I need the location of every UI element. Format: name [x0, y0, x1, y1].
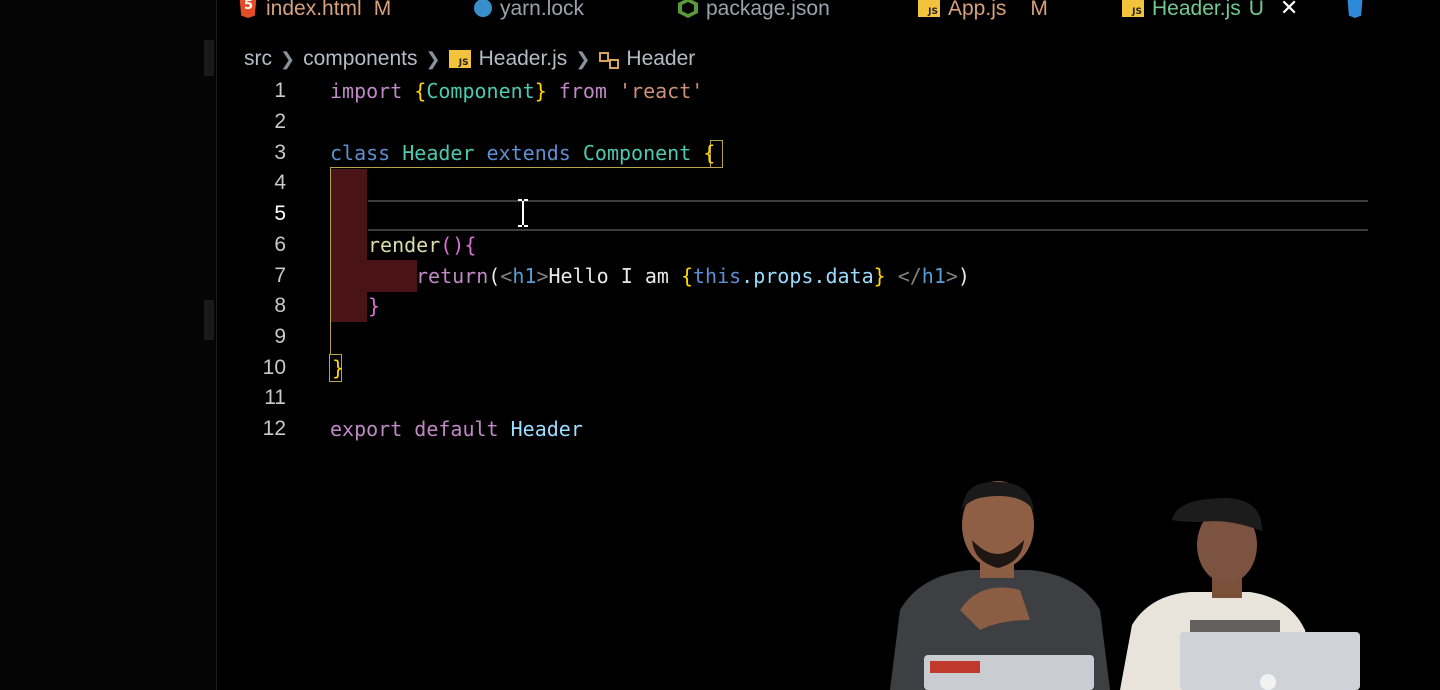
code-text: }: [368, 294, 381, 319]
html5-icon: [239, 0, 257, 18]
js-icon: [918, 0, 940, 17]
js-icon: [448, 50, 471, 68]
line-number: 1: [274, 79, 286, 103]
js-icon: [1122, 0, 1144, 17]
line-number: 7: [274, 263, 286, 287]
code-line-5: 5: [216, 199, 1368, 230]
code-line-9: 9: [216, 322, 1368, 353]
code-text: class Header extends Component {: [330, 140, 716, 165]
code-line-12: 12 export default Header: [216, 414, 1368, 445]
code-line-10: 10 }: [216, 352, 1368, 383]
code-text: }: [332, 355, 345, 380]
tab-label: index.html: [266, 0, 362, 20]
tab-css-file[interactable]: [1346, 0, 1364, 26]
line-number: 11: [264, 386, 286, 410]
editor-tab-bar: index.html M yarn.lock package.json App.…: [216, 0, 1376, 26]
chevron-right-icon: ❯: [425, 48, 441, 69]
line-number: 8: [274, 294, 286, 318]
scrollbar-thumb-top[interactable]: [204, 40, 214, 76]
tab-label: yarn.lock: [500, 0, 585, 20]
code-line-1: 1 import {Component} from 'react': [216, 76, 1368, 107]
css3-icon: [1347, 0, 1363, 18]
code-line-2: 2: [216, 107, 1368, 138]
code-line-7: 7 return(<h1>Hello I am {this.props.data…: [216, 260, 1368, 291]
code-line-4: 4: [216, 168, 1368, 199]
code-text: return(<h1>Hello I am {this.props.data} …: [416, 263, 970, 288]
tab-label: App.js: [948, 0, 1007, 20]
line-number: 3: [274, 140, 286, 164]
chevron-right-icon: ❯: [280, 48, 296, 69]
tab-header-js[interactable]: Header.js U ✕: [1122, 0, 1298, 26]
tab-status-badge: M: [1030, 0, 1048, 20]
line-number: 9: [274, 324, 286, 348]
scrollbar-thumb-bottom[interactable]: [204, 300, 214, 340]
tab-status-badge: M: [373, 0, 392, 20]
breadcrumb-folder-src[interactable]: src: [244, 47, 272, 71]
line-number: 2: [274, 110, 286, 134]
presenters-webcam: [890, 481, 1360, 690]
code-line-3: 3 class Header extends Component {: [216, 137, 1368, 168]
tab-package-json[interactable]: package.json: [678, 0, 830, 26]
text-cursor-icon: [518, 199, 528, 227]
code-line-8: 8 }: [216, 291, 1368, 322]
tab-status-badge: U: [1248, 0, 1264, 20]
code-text: render(){: [368, 232, 477, 257]
line-number: 6: [274, 232, 286, 256]
tab-label: package.json: [706, 0, 830, 20]
code-line-6: 6 render(){: [216, 230, 1368, 261]
tab-app-js[interactable]: App.js M: [918, 0, 1048, 26]
breadcrumb-symbol[interactable]: Header: [626, 47, 695, 71]
tab-yarn-lock[interactable]: yarn.lock: [474, 0, 584, 26]
class-symbol-icon: [598, 50, 620, 69]
line-number: 10: [262, 355, 286, 379]
chevron-right-icon: ❯: [575, 48, 591, 69]
breadcrumb-file[interactable]: Header.js: [479, 47, 568, 71]
line-number: 12: [262, 417, 286, 441]
breadcrumb-folder-components[interactable]: components: [303, 47, 417, 71]
yarn-icon: [474, 0, 492, 17]
tab-index-html[interactable]: index.html M: [238, 0, 391, 26]
close-icon[interactable]: ✕: [1280, 0, 1298, 19]
code-line-11: 11: [216, 383, 1368, 414]
code-text: export default Header: [330, 417, 583, 442]
code-text: import {Component} from 'react': [330, 79, 704, 104]
breadcrumb: src ❯ components ❯ Header.js ❯ Header: [244, 44, 695, 74]
line-number: 5: [274, 202, 286, 226]
nodejs-icon: [678, 0, 698, 18]
activity-sidebar: [0, 0, 217, 690]
line-number: 4: [274, 171, 286, 195]
tab-label: Header.js: [1152, 0, 1241, 20]
